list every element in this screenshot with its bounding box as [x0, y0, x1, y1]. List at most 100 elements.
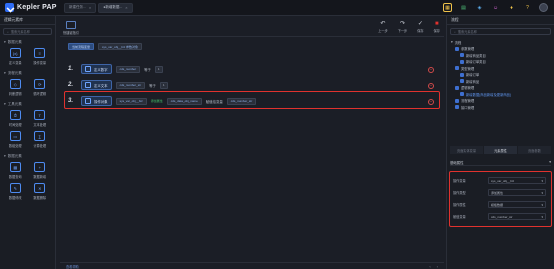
redo-button[interactable]: ↷ 下一步	[398, 21, 408, 33]
define-text-node[interactable]: 定义文本	[81, 80, 112, 90]
tab-add-data[interactable]: ●新增数据... ×	[98, 2, 133, 13]
remove-row-icon[interactable]: −	[428, 83, 434, 89]
chevron-down-icon: ▾	[541, 178, 543, 183]
check-icon: ✓	[417, 21, 423, 27]
tool-calc[interactable]: ∑ 计算处理	[28, 131, 53, 148]
loop-icon: ⟳	[34, 79, 46, 89]
checkbox[interactable]	[455, 98, 459, 103]
tool-operate-variable[interactable]: ≡ 操作变量	[28, 48, 53, 65]
param-object-chip[interactable]: sys_var_obj__biz 参数对象	[98, 43, 143, 50]
tool-text[interactable]: T 文本处理	[28, 110, 53, 127]
tool-edit[interactable]: ✎ 数据修改	[3, 183, 28, 200]
section-title[interactable]: ▾ 数据元素	[0, 152, 55, 160]
help-link[interactable]: 查看帮助	[66, 264, 79, 269]
tool-array[interactable]: ▭ 数组处理	[3, 131, 28, 148]
section-title[interactable]: ▾ 工具元素	[0, 100, 55, 108]
operate-variable-select[interactable]: sys_var_obj__biz ▾	[488, 177, 546, 184]
operator-text: 等于	[144, 67, 151, 72]
tab-page-entity[interactable]: 页面实体变量	[450, 146, 483, 154]
tab-page-params[interactable]: 页面参数	[518, 146, 551, 154]
logic-row[interactable]: 1. 定义数字 cds_number 等于 1	[68, 64, 163, 74]
tab-task[interactable]: 新建任务... ×	[64, 2, 97, 13]
attribute-chip[interactable]: cds_data_obj_name	[166, 97, 202, 105]
top-bar: Kepler PAP 新建任务... × ●新增数据... × ▦ ▤ ◈ ☺ …	[0, 0, 554, 16]
undo-button[interactable]: ↶ 上一步	[378, 21, 388, 33]
tab-element-props[interactable]: 元素属性	[484, 146, 517, 154]
define-number-node[interactable]: 定义数字	[81, 64, 112, 74]
variable-chip[interactable]: cds_number	[115, 65, 141, 73]
variable-chip[interactable]: cds_number_str	[115, 81, 146, 89]
operator-text: 等于	[149, 83, 156, 88]
logic-row-selected[interactable]: 3. 操作对象 sys_var_obj__biz 添加属性 cds_data_o…	[68, 96, 257, 106]
tool-define-variable[interactable]: {x} 定义变量	[3, 48, 28, 65]
checkbox[interactable]	[455, 66, 459, 71]
keyboard-icon	[65, 21, 76, 29]
props-header[interactable]: 基础属性 ▾	[450, 159, 551, 166]
operate-object-node[interactable]: 操作对象	[81, 96, 112, 106]
shortcut-guide-button[interactable]: 快捷键指引	[63, 21, 79, 35]
operate-type-select[interactable]: 添加属性 ▾	[488, 189, 546, 196]
search-input[interactable]: ⌕ 搜索元素名称	[450, 28, 551, 35]
help-icon[interactable]: ?	[523, 3, 532, 12]
section-title[interactable]: ▾ 数据元素	[0, 38, 55, 46]
document-icon[interactable]: ▤	[459, 3, 468, 12]
checkbox[interactable]	[460, 79, 464, 84]
tool-query[interactable]: ▦ 数据查询	[3, 162, 28, 179]
checkbox[interactable]	[455, 85, 459, 90]
node-icon	[85, 66, 91, 72]
flow-tree: ▾ 流程 参数管理 新增商品类目 新增订单类目 类型管理 新增订单 新增商品 逻辑…	[447, 38, 554, 112]
section-title[interactable]: ▾ 流程元素	[0, 69, 55, 77]
prop-row: 操作变量 sys_var_obj__biz ▾	[453, 176, 546, 185]
operate-attribute-select[interactable]: 模板数据 ▾	[488, 201, 546, 208]
search-input[interactable]: ⌕ 搜索元素名称	[3, 28, 52, 35]
chevron-down-icon: ▾	[541, 202, 543, 207]
panel-title: 逻辑元素库	[0, 16, 55, 25]
avatar[interactable]	[539, 3, 548, 12]
flow-variable-chip[interactable]: 当前流程变量	[68, 43, 95, 50]
tool-grid: ◇ 判断逻辑 ⟳ 循环逻辑	[0, 77, 55, 98]
person-icon[interactable]: ☺	[491, 3, 500, 12]
prop-row: 操作属性 模板数据 ▾	[453, 200, 546, 209]
value-chip[interactable]: cds_number_str	[226, 97, 257, 105]
tool-add[interactable]: + 数据新增	[28, 162, 53, 179]
search-placeholder: 搜索元素名称	[10, 30, 30, 34]
bell-icon[interactable]: ♦	[507, 3, 516, 12]
row-number: 1.	[68, 66, 74, 72]
chevron-down-icon[interactable]: ▾	[549, 160, 551, 164]
checkbox[interactable]	[460, 92, 464, 97]
search-icon: ⌕	[454, 29, 456, 34]
value-chip[interactable]: 1	[154, 65, 163, 73]
checkbox[interactable]	[460, 72, 464, 77]
checkbox[interactable]	[460, 59, 464, 64]
assign-variable-select[interactable]: cds_number_str ▾	[488, 213, 546, 220]
remove-row-icon[interactable]: −	[428, 99, 434, 105]
chevron-right-icon[interactable]: ›	[437, 264, 438, 269]
tool-time[interactable]: ⏱ 时间处理	[3, 110, 28, 127]
close-icon[interactable]: ×	[89, 5, 91, 10]
chevron-down-icon: ▾	[4, 71, 6, 75]
remove-row-icon[interactable]: −	[428, 67, 434, 73]
checkbox[interactable]	[460, 53, 464, 58]
top-icons: ▦ ▤ ◈ ☺ ♦ ?	[443, 3, 548, 12]
chevron-left-icon[interactable]: ‹	[429, 264, 430, 269]
tool-condition[interactable]: ◇ 判断逻辑	[3, 79, 28, 96]
variable-chip[interactable]: sys_var_obj__biz	[115, 97, 147, 105]
checkbox[interactable]	[455, 105, 459, 110]
plus-icon: +	[34, 162, 46, 172]
shirt-icon[interactable]: ◈	[475, 3, 484, 12]
grid-icon[interactable]: ▦	[443, 3, 452, 12]
chevron-down-icon: ▾	[451, 40, 453, 45]
delete-icon: ✕	[34, 183, 46, 193]
value-chip[interactable]: 1	[159, 81, 168, 89]
close-icon[interactable]: ×	[125, 5, 127, 10]
checkbox[interactable]	[455, 46, 459, 51]
tree-item[interactable]: 接口管理	[451, 104, 550, 111]
tool-delete[interactable]: ✕ 数据删除	[28, 183, 53, 200]
node-icon	[85, 98, 91, 104]
logic-row[interactable]: 2. 定义文本 cds_number_str 等于 1	[68, 80, 168, 90]
chevron-down-icon: ▾	[541, 214, 543, 219]
tool-loop[interactable]: ⟳ 循环逻辑	[28, 79, 53, 96]
chevron-down-icon: ▾	[4, 154, 6, 158]
save-draft-button[interactable]: ■ 保存	[434, 21, 440, 33]
save-button[interactable]: ✓ 保存	[417, 21, 423, 33]
